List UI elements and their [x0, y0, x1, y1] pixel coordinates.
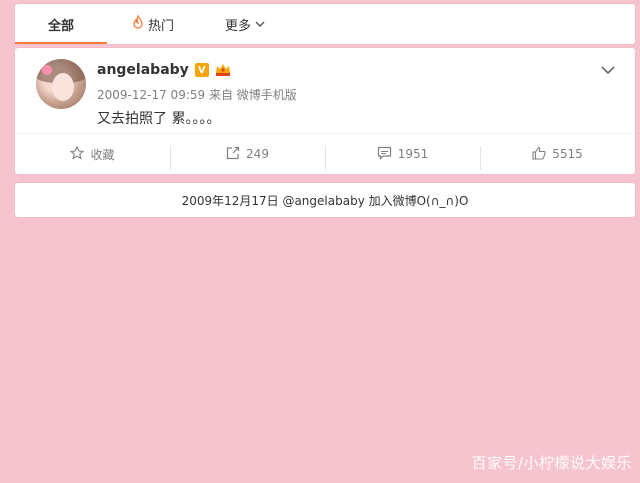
verified-v-icon[interactable]: V — [194, 63, 209, 77]
tab-all-label: 全部 — [47, 18, 74, 34]
tab-more[interactable]: 更多 — [199, 4, 291, 44]
post-meta[interactable]: 2009-12-17 09:59 来自 微博手机版 — [97, 86, 297, 103]
repost-button[interactable]: 249 — [170, 145, 325, 170]
author-name[interactable]: angelababy — [97, 62, 189, 78]
post-body: angelababy V 2009-12-17 09:59 来自 微博手机版 又… — [15, 48, 635, 133]
comment-count: 1951 — [397, 147, 429, 161]
avatar[interactable] — [36, 59, 86, 109]
joined-weibo-notice: 2009年12月17日 @angelababy 加入微博O(∩_∩)O — [15, 183, 635, 217]
vip-crown-icon[interactable] — [215, 63, 231, 77]
post-menu-chevron-icon[interactable] — [601, 60, 615, 79]
repost-icon — [226, 146, 240, 163]
post-card: angelababy V 2009-12-17 09:59 来自 微博手机版 又… — [15, 48, 635, 174]
tab-hot[interactable]: 热门 — [107, 4, 199, 44]
tab-all[interactable]: 全部 — [15, 4, 107, 44]
post-text: 又去拍照了 累。。。。 — [97, 111, 221, 127]
author-row: angelababy V — [97, 62, 231, 78]
fire-icon — [132, 14, 144, 33]
watermark-text: 百家号/小柠檬说大娱乐 — [471, 454, 632, 472]
thumbs-up-icon — [532, 146, 546, 163]
repost-count: 249 — [246, 147, 269, 161]
tab-more-label: 更多 — [224, 18, 251, 34]
comment-button[interactable]: 1951 — [325, 145, 480, 170]
post-actions: 收藏 249 1951 5515 — [15, 133, 635, 174]
joined-weibo-text: 2009年12月17日 @angelababy 加入微博O(∩_∩)O — [181, 193, 469, 208]
comment-icon — [377, 146, 392, 163]
feed-tabs: 全部 热门 更多 — [15, 4, 635, 44]
chevron-down-icon — [255, 17, 265, 32]
like-button[interactable]: 5515 — [480, 145, 635, 170]
feed-container: 全部 热门 更多 angelababy V 2009-12-17 09:59 来… — [15, 4, 635, 217]
favorite-label: 收藏 — [90, 147, 115, 162]
like-count: 5515 — [552, 147, 583, 161]
tab-hot-label: 热门 — [147, 18, 174, 34]
star-icon — [70, 145, 85, 163]
favorite-button[interactable]: 收藏 — [15, 145, 170, 163]
